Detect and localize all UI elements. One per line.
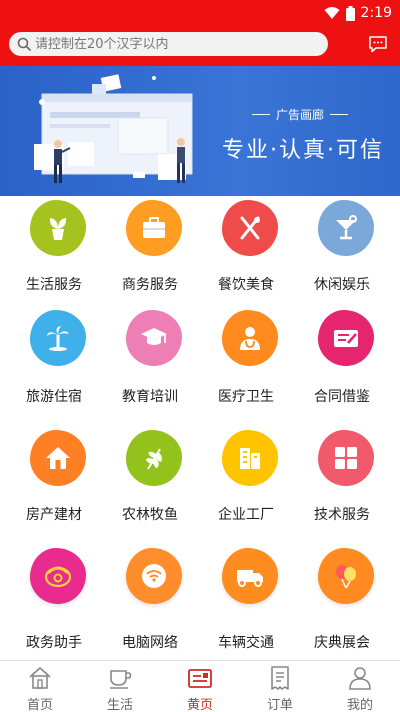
ad-banner[interactable]: 广告画廊 专业·认真·可信 bbox=[0, 66, 400, 196]
yellow-pages-icon bbox=[188, 669, 212, 688]
status-icons: 2:19 bbox=[324, 2, 392, 24]
category-item[interactable]: 休闲娱乐 bbox=[292, 196, 392, 311]
home-icon bbox=[29, 667, 51, 689]
briefcase-icon bbox=[126, 200, 182, 256]
cocktail-icon bbox=[318, 200, 374, 256]
category-item[interactable]: 庆典展会 bbox=[292, 540, 392, 655]
category-item[interactable]: 教育培训 bbox=[100, 306, 200, 421]
category-item[interactable]: 医疗卫生 bbox=[196, 306, 296, 421]
category-item[interactable]: 生活服务 bbox=[4, 196, 104, 311]
nav-orders-label: 订单 bbox=[266, 698, 293, 712]
category-label: 合同借鉴 bbox=[314, 389, 370, 405]
balloon-icon bbox=[318, 548, 374, 604]
status-time: 2:19 bbox=[360, 5, 392, 21]
wifi-signal-icon bbox=[324, 7, 340, 19]
cup-icon bbox=[110, 670, 132, 689]
graduation-cap-icon bbox=[126, 310, 182, 366]
nav-yellow-pages[interactable]: 黄页 bbox=[160, 661, 240, 712]
search-icon bbox=[17, 37, 31, 51]
nav-home-label: 首页 bbox=[26, 698, 53, 712]
status-bar: 2:19 bbox=[0, 0, 400, 26]
nav-home[interactable]: 首页 bbox=[0, 661, 80, 712]
category-label: 政务助手 bbox=[26, 635, 82, 651]
plant-icon bbox=[30, 200, 86, 256]
nav-mine-label: 我的 bbox=[346, 698, 373, 712]
battery-icon bbox=[345, 5, 355, 21]
category-item[interactable]: 农林牧鱼 bbox=[100, 426, 200, 541]
bottom-nav: 首页 生活 黄页 订单 我的 bbox=[0, 660, 400, 712]
category-label: 餐饮美食 bbox=[218, 277, 274, 293]
category-label: 车辆交通 bbox=[218, 635, 274, 651]
building-icon bbox=[222, 430, 278, 486]
doctor-icon bbox=[222, 310, 278, 366]
category-label: 休闲娱乐 bbox=[314, 277, 370, 293]
grid-icon bbox=[318, 430, 374, 486]
category-label: 商务服务 bbox=[122, 277, 178, 293]
category-label: 教育培训 bbox=[122, 389, 178, 405]
search-box[interactable] bbox=[9, 32, 328, 56]
category-label: 技术服务 bbox=[314, 507, 370, 523]
category-label: 医疗卫生 bbox=[218, 389, 274, 405]
house-icon bbox=[30, 430, 86, 486]
category-label: 生活服务 bbox=[26, 277, 82, 293]
category-item[interactable]: 旅游住宿 bbox=[4, 306, 104, 421]
banner-slogan: 专业·认真·可信 bbox=[222, 138, 384, 163]
wifi-icon bbox=[126, 548, 182, 604]
receipt-icon bbox=[271, 666, 289, 690]
category-item[interactable]: 技术服务 bbox=[292, 426, 392, 541]
category-item[interactable]: 房产建材 bbox=[4, 426, 104, 541]
category-item[interactable]: 商务服务 bbox=[100, 196, 200, 311]
truck-icon bbox=[222, 548, 278, 604]
nav-yellow-pages-label: 黄页 bbox=[186, 698, 213, 712]
nav-life[interactable]: 生活 bbox=[80, 661, 160, 712]
category-item[interactable]: 餐饮美食 bbox=[196, 196, 296, 311]
contract-icon bbox=[318, 310, 374, 366]
banner-caption: 广告画廊 bbox=[248, 106, 352, 123]
user-icon bbox=[349, 667, 371, 690]
nav-mine[interactable]: 我的 bbox=[320, 661, 400, 712]
telephone-icon bbox=[30, 548, 86, 604]
fork-knife-icon bbox=[222, 200, 278, 256]
nav-life-label: 生活 bbox=[106, 698, 133, 712]
message-icon[interactable] bbox=[368, 34, 388, 54]
palm-tree-icon bbox=[30, 310, 86, 366]
category-label: 旅游住宿 bbox=[26, 389, 82, 405]
category-item[interactable]: 政务助手 bbox=[4, 540, 104, 655]
category-grid: 生活服务 商务服务 餐饮美食 休闲娱乐旅游住宿 教育培训 医疗卫生 合同借鉴房产建材 农林牧鱼… bbox=[0, 196, 400, 660]
header bbox=[0, 26, 400, 66]
search-input[interactable] bbox=[35, 36, 315, 52]
category-item[interactable]: 合同借鉴 bbox=[292, 306, 392, 421]
category-label: 农林牧鱼 bbox=[122, 507, 178, 523]
nav-orders[interactable]: 订单 bbox=[240, 661, 320, 712]
category-label: 电脑网络 bbox=[122, 635, 178, 651]
category-label: 庆典展会 bbox=[314, 635, 370, 651]
category-label: 房产建材 bbox=[26, 507, 82, 523]
category-item[interactable]: 企业工厂 bbox=[196, 426, 296, 541]
category-item[interactable]: 电脑网络 bbox=[100, 540, 200, 655]
wheat-icon bbox=[126, 430, 182, 486]
banner-illustration bbox=[34, 74, 193, 183]
category-label: 企业工厂 bbox=[218, 507, 274, 523]
category-item[interactable]: 车辆交通 bbox=[196, 540, 296, 655]
